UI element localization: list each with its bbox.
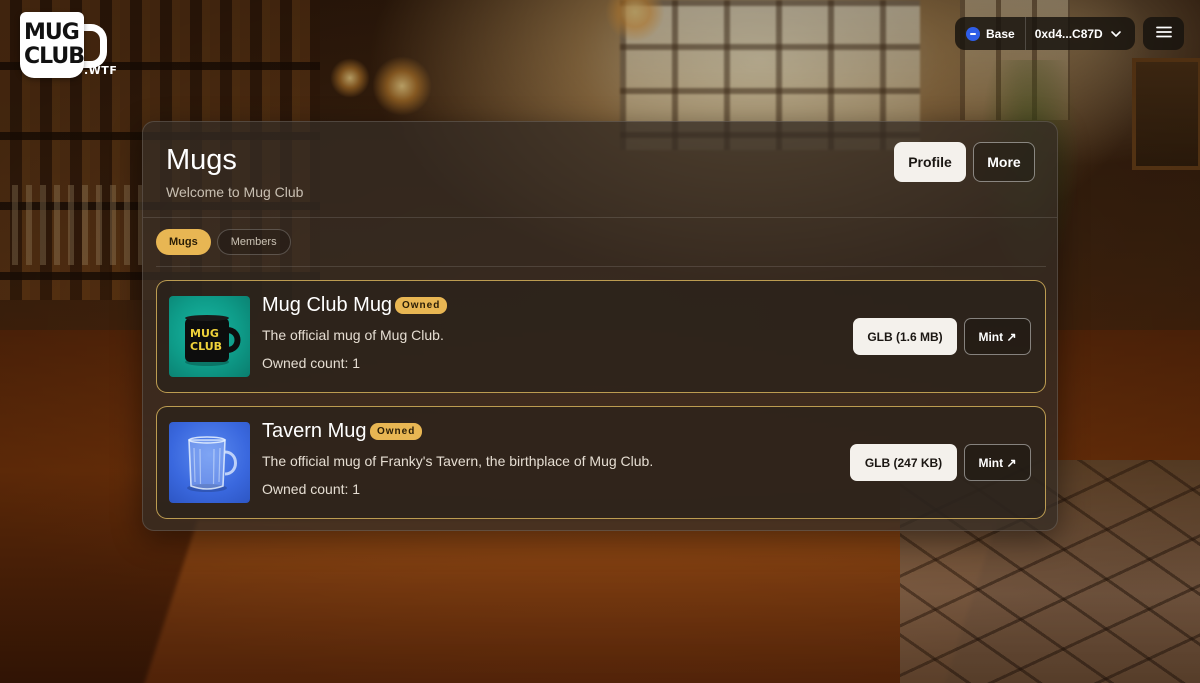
mint-button[interactable]: Mint ↗ [964,318,1031,355]
header-divider [143,217,1057,218]
mugs-panel: Mugs Welcome to Mug Club Profile More Mu… [142,121,1058,531]
chevron-down-icon [1110,28,1122,40]
mug-name: Mug Club Mug [262,294,393,316]
menu-button[interactable] [1143,17,1184,50]
more-button[interactable]: More [973,142,1035,182]
mug-thumbnail: MUG CLUB [169,296,250,377]
mug-owned-count: Owned count: 1 [262,355,361,371]
mug-club-logo[interactable]: MUG CLUB .WTF [20,10,117,82]
page-subtitle: Welcome to Mug Club [166,184,304,200]
thumb-mug-text-2: CLUB [190,340,222,353]
hamburger-menu-icon [1155,25,1172,43]
glb-download-button[interactable]: GLB (247 KB) [850,444,957,481]
tab-mugs[interactable]: Mugs [156,229,211,255]
app-root: MUG CLUB .WTF Base 0xd4...C87D Mugs Welc… [0,0,1200,683]
profile-button[interactable]: Profile [894,142,966,182]
mug-description: The official mug of Mug Club. [262,327,444,343]
page-title: Mugs [166,144,237,176]
owned-badge: Owned [370,423,423,440]
mug-thumbnail [169,422,250,503]
mug-description: The official mug of Franky's Tavern, the… [262,453,654,469]
tab-bar: Mugs Members [156,229,291,255]
tabs-divider [156,266,1046,267]
tab-members[interactable]: Members [216,229,291,255]
base-network-icon [966,26,980,41]
mint-button[interactable]: Mint ↗ [964,444,1031,481]
thumb-mug-text-1: MUG [190,327,219,340]
wallet-address: 0xd4...C87D [1034,26,1103,41]
glb-download-button[interactable]: GLB (1.6 MB) [853,318,957,355]
mug-card-tavern-mug[interactable]: Tavern Mug Owned The official mug of Fra… [156,406,1046,519]
network-separator [1024,17,1026,50]
mug-card-mug-club-mug[interactable]: MUG CLUB Mug Club Mug Owned The official… [156,280,1046,393]
network-name: Base [986,26,1015,41]
owned-badge: Owned [395,297,448,314]
network-wallet-selector[interactable]: Base 0xd4...C87D [955,17,1135,50]
logo-text-line2: CLUB [24,44,85,69]
logo-tld: .WTF [84,64,118,77]
logo-text-line1: MUG [24,20,80,45]
mug-name: Tavern Mug [262,420,367,442]
mug-owned-count: Owned count: 1 [262,481,361,497]
